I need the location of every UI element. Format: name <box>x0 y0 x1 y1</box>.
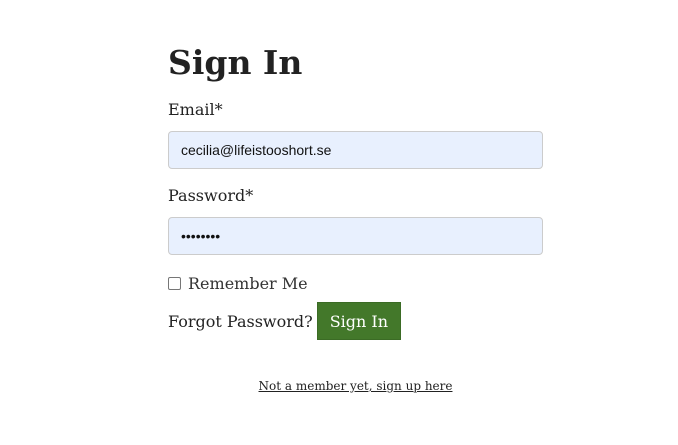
remember-me-checkbox[interactable] <box>168 276 181 290</box>
remember-me-label[interactable]: Remember Me <box>188 274 308 293</box>
forgot-password-link[interactable]: Forgot Password? <box>168 312 313 331</box>
email-field[interactable] <box>168 131 543 169</box>
password-label: Password* <box>168 186 254 205</box>
signin-form: Sign In Email* Password* Remember Me For… <box>168 40 543 340</box>
email-label: Email* <box>168 100 223 119</box>
password-field[interactable] <box>168 217 543 255</box>
sign-in-button[interactable]: Sign In <box>316 302 402 340</box>
actions-row: Forgot Password? Sign In <box>168 302 543 340</box>
page-title: Sign In <box>168 43 303 82</box>
remember-me-row: Remember Me <box>168 273 543 293</box>
signup-link[interactable]: Not a member yet, sign up here <box>168 378 543 394</box>
